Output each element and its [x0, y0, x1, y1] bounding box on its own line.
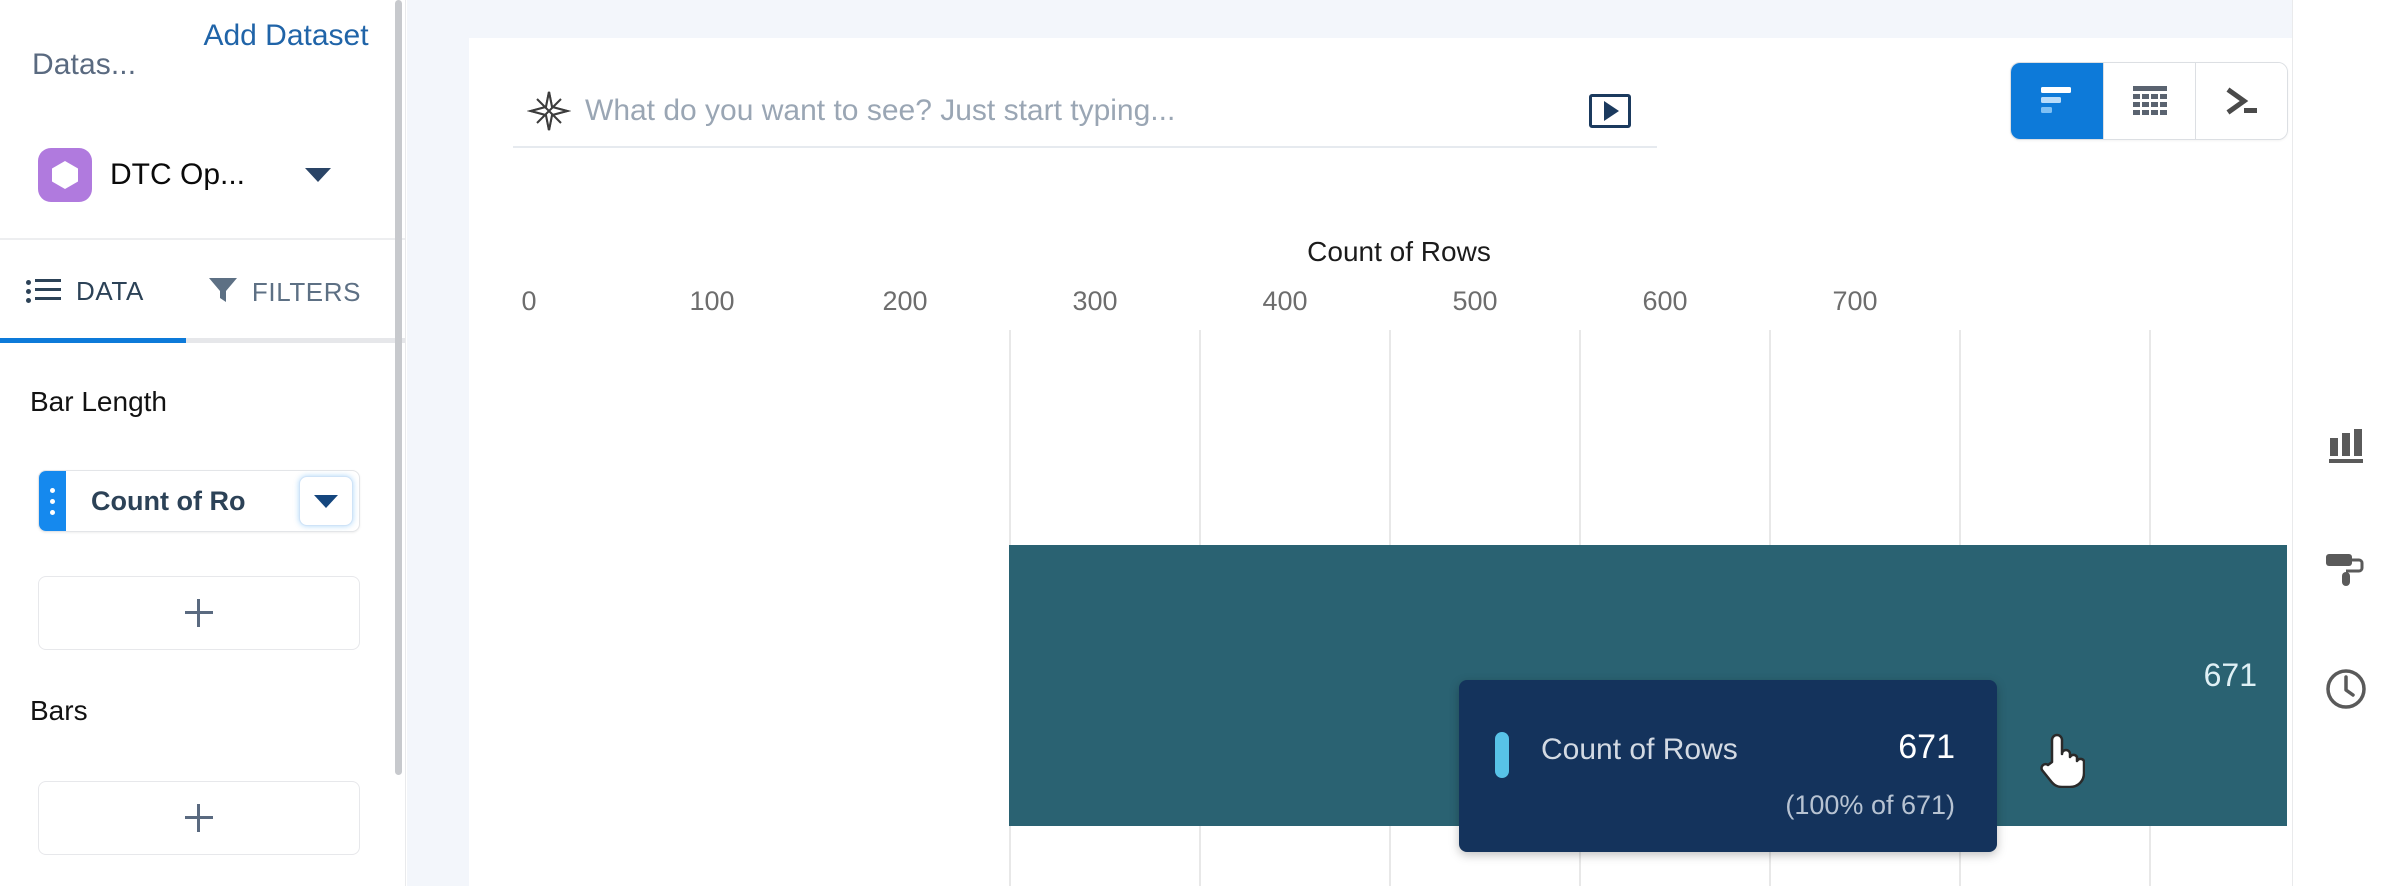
plus-icon [185, 599, 213, 627]
tooltip-subtext: (100% of 671) [1785, 790, 1955, 820]
sparkle-icon [526, 89, 572, 133]
list-icon [26, 278, 62, 305]
chart-axis-title: Count of Rows [1307, 236, 1491, 267]
add-bar-length-button[interactable] [38, 576, 360, 650]
bar-chart-icon [2325, 426, 2367, 471]
plot-area: 0 100 200 300 400 500 600 700 671 [469, 278, 2349, 886]
tooltip-value: 671 [1898, 728, 1955, 766]
dataset-selector[interactable]: DTC Op... [38, 148, 332, 202]
section-label-bar-length: Bar Length [30, 386, 167, 417]
panel-tabs: DATA FILTERS [0, 276, 405, 340]
pointing-hand-cursor [2039, 728, 2086, 789]
drag-handle-icon[interactable] [39, 471, 66, 531]
plus-icon [185, 804, 213, 832]
tab-data[interactable]: DATA [26, 276, 144, 323]
tooltip-label: Count of Rows [1541, 733, 1738, 766]
dataset-name: DTC Op... [110, 158, 246, 191]
field-pill-bar-length[interactable]: Count of Ro [38, 470, 360, 532]
tab-filters[interactable]: FILTERS [208, 276, 361, 325]
section-label-bars: Bars [30, 695, 88, 726]
chart-canvas: Count of Rows Measure Count of Rows 0 10… [469, 38, 2398, 886]
x-tick-label: 600 [1642, 286, 1688, 316]
view-toggle-group [2010, 62, 2288, 140]
x-tick-label: 0 [521, 286, 537, 316]
x-tick-label: 400 [1262, 286, 1308, 316]
datasets-title: Datas... [32, 48, 137, 81]
right-tool-rail [2292, 0, 2398, 886]
tabs-underline-active [0, 338, 186, 343]
x-tick-label: 500 [1452, 286, 1498, 316]
analytics-studio-window: Datas... Add Dataset DTC Op... DATA FILT… [0, 0, 2398, 886]
left-config-panel: Datas... Add Dataset DTC Op... DATA FILT… [0, 0, 406, 886]
history-button[interactable] [2320, 665, 2372, 717]
query-search-bar [513, 76, 1657, 148]
add-bars-button[interactable] [38, 781, 360, 855]
formatting-button[interactable] [2320, 545, 2372, 597]
query-view-button[interactable] [2195, 63, 2287, 139]
chevron-down-icon[interactable] [305, 168, 332, 182]
table-view-button[interactable] [2103, 63, 2195, 139]
chart-type-button[interactable] [2320, 422, 2372, 474]
dataset-hexagon-icon [38, 148, 92, 202]
bar-data-label: 671 [2203, 657, 2257, 693]
panel-divider [0, 238, 405, 240]
funnel-icon [208, 276, 238, 309]
x-tick-label: 300 [1072, 286, 1118, 316]
x-tick-label: 200 [882, 286, 928, 316]
paint-roller-icon [2324, 548, 2368, 595]
tab-filters-label: FILTERS [251, 277, 362, 307]
clock-icon [2324, 667, 2368, 716]
add-dataset-link[interactable]: Add Dataset [186, 12, 386, 61]
dataset-header: Datas... Add Dataset [0, 0, 405, 148]
search-input[interactable] [585, 94, 1589, 128]
x-tick-label: 100 [689, 286, 735, 316]
play-icon[interactable] [1589, 94, 1631, 128]
x-tick-label: 700 [1832, 286, 1878, 316]
field-menu-chevron-down-icon[interactable] [299, 476, 353, 526]
main-content-area: Count of Rows Measure Count of Rows 0 10… [407, 0, 2398, 886]
field-pill-label: Count of Ro [91, 485, 246, 516]
tab-data-label: DATA [76, 276, 144, 306]
chart-tooltip: Count of Rows 671 (100% of 671) [1459, 680, 1997, 852]
chart-view-button[interactable] [2011, 63, 2103, 139]
left-panel-scrollbar[interactable] [395, 0, 402, 775]
tooltip-accent-bar [1495, 732, 1509, 778]
